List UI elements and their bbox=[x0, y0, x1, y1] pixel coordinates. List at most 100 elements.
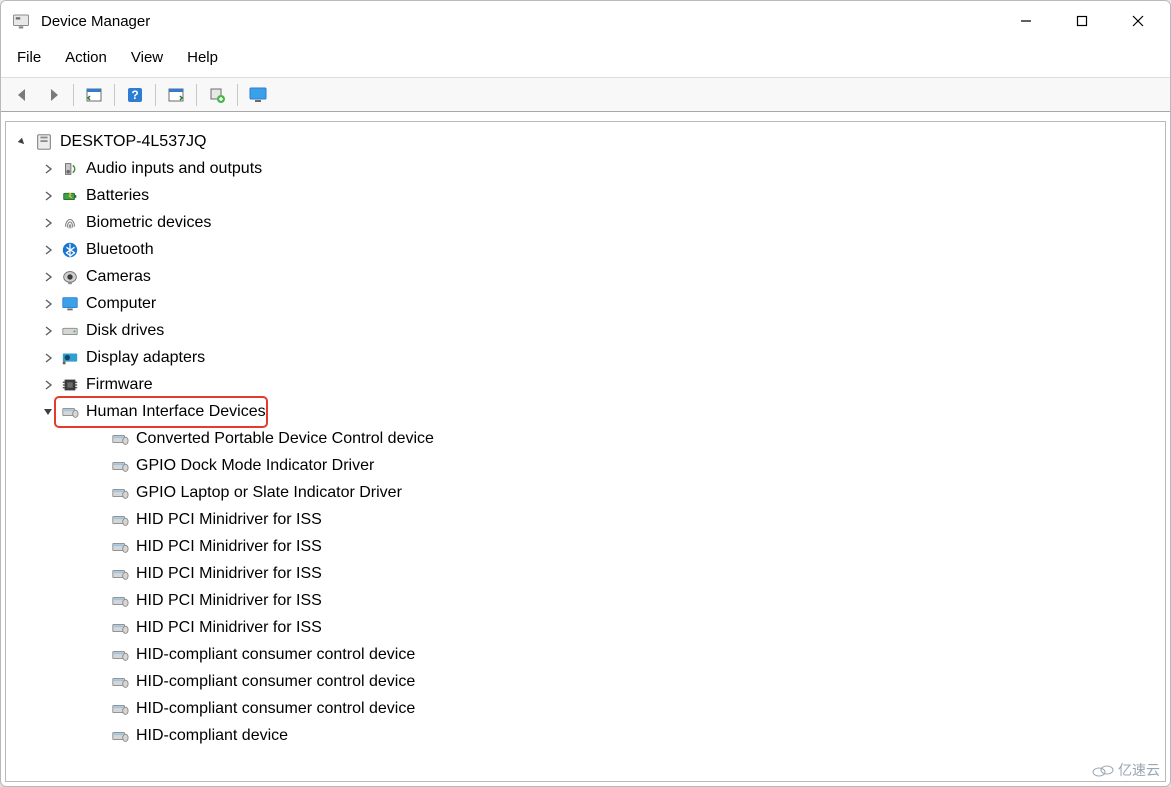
chip-icon bbox=[60, 375, 80, 395]
device-item[interactable]: ·HID PCI Minidriver for ISS bbox=[10, 587, 1161, 614]
titlebar: Device Manager bbox=[1, 1, 1170, 41]
toolbar-separator bbox=[73, 84, 74, 106]
hid-icon bbox=[110, 537, 130, 557]
svg-text:?: ? bbox=[131, 88, 138, 102]
category-label: Computer bbox=[86, 291, 156, 317]
device-item[interactable]: · HID-compliant consumer control device bbox=[10, 668, 1161, 695]
device-tree: DESKTOP-4L537JQ Audio inputs and outputs… bbox=[6, 122, 1165, 757]
expander-icon[interactable] bbox=[40, 215, 56, 231]
toolbar-scan[interactable] bbox=[203, 82, 231, 108]
category-label: Disk drives bbox=[86, 318, 164, 344]
category-label: Human Interface Devices bbox=[86, 399, 266, 425]
hid-icon bbox=[110, 456, 130, 476]
device-item-label: HID-compliant consumer control device bbox=[136, 669, 415, 695]
device-item[interactable]: · HID PCI Minidriver for ISS bbox=[10, 614, 1161, 641]
category-computer[interactable]: Computer bbox=[10, 290, 1161, 317]
gpu-icon bbox=[60, 348, 80, 368]
device-item-label: HID PCI Minidriver for ISS bbox=[136, 615, 322, 641]
hid-icon bbox=[110, 645, 130, 665]
toolbar-separator bbox=[196, 84, 197, 106]
expander-none: · bbox=[90, 539, 106, 555]
battery-icon bbox=[60, 186, 80, 206]
device-item[interactable]: ·HID-compliant consumer control device bbox=[10, 695, 1161, 722]
category-display[interactable]: Display adapters bbox=[10, 344, 1161, 371]
expander-icon[interactable] bbox=[40, 296, 56, 312]
hid-icon bbox=[110, 618, 130, 638]
hid-icon bbox=[110, 591, 130, 611]
menu-help[interactable]: Help bbox=[185, 45, 220, 71]
fingerprint-icon bbox=[60, 213, 80, 233]
expander-icon[interactable] bbox=[40, 161, 56, 177]
expander-none: · bbox=[90, 647, 106, 663]
category-label: Firmware bbox=[86, 372, 153, 398]
app-icon bbox=[9, 9, 33, 33]
menu-view[interactable]: View bbox=[129, 45, 165, 71]
device-tree-pane[interactable]: DESKTOP-4L537JQ Audio inputs and outputs… bbox=[5, 121, 1166, 782]
expander-none: · bbox=[90, 458, 106, 474]
expander-none: · bbox=[90, 674, 106, 690]
device-item[interactable]: · HID PCI Minidriver for ISS bbox=[10, 506, 1161, 533]
expander-icon[interactable] bbox=[40, 377, 56, 393]
device-item[interactable]: · HID PCI Minidriver for ISS bbox=[10, 533, 1161, 560]
hid-icon bbox=[110, 483, 130, 503]
minimize-button[interactable] bbox=[998, 1, 1054, 41]
hid-icon bbox=[110, 510, 130, 530]
device-item[interactable]: · GPIO Dock Mode Indicator Driver bbox=[10, 452, 1161, 479]
device-item-label: HID PCI Minidriver for ISS bbox=[136, 534, 322, 560]
category-cameras[interactable]: Cameras bbox=[10, 263, 1161, 290]
maximize-button[interactable] bbox=[1054, 1, 1110, 41]
hid-icon bbox=[110, 429, 130, 449]
camera-icon bbox=[60, 267, 80, 287]
category-label: Bluetooth bbox=[86, 237, 154, 263]
annotation-highlight: Human Interface Devices bbox=[54, 396, 268, 428]
expander-none: · bbox=[90, 512, 106, 528]
expander-icon[interactable] bbox=[40, 242, 56, 258]
toolbar-separator bbox=[155, 84, 156, 106]
hid-icon bbox=[110, 699, 130, 719]
category-firmware[interactable]: Firmware bbox=[10, 371, 1161, 398]
device-item-label: HID PCI Minidriver for ISS bbox=[136, 507, 322, 533]
device-item[interactable]: ·HID-compliant device bbox=[10, 722, 1161, 749]
speaker-icon bbox=[60, 159, 80, 179]
toolbar-detail-view[interactable] bbox=[162, 82, 190, 108]
category-hid[interactable]: Human Interface Devices bbox=[10, 398, 1161, 425]
expander-icon[interactable] bbox=[40, 188, 56, 204]
computer-tower-icon bbox=[34, 132, 54, 152]
toolbar-forward[interactable] bbox=[39, 82, 67, 108]
category-disk[interactable]: Disk drives bbox=[10, 317, 1161, 344]
device-item-label: GPIO Dock Mode Indicator Driver bbox=[136, 453, 374, 479]
menu-file[interactable]: File bbox=[15, 45, 43, 71]
toolbar: ? bbox=[1, 78, 1170, 112]
bluetooth-icon bbox=[60, 240, 80, 260]
device-item[interactable]: ·HID-compliant consumer control device bbox=[10, 641, 1161, 668]
device-item[interactable]: ·Converted Portable Device Control devic… bbox=[10, 425, 1161, 452]
tree-root-label: DESKTOP-4L537JQ bbox=[60, 129, 206, 155]
tree-root[interactable]: DESKTOP-4L537JQ bbox=[10, 128, 1161, 155]
close-button[interactable] bbox=[1110, 1, 1166, 41]
toolbar-monitor[interactable] bbox=[244, 82, 272, 108]
category-label: Biometric devices bbox=[86, 210, 211, 236]
expander-icon[interactable] bbox=[40, 350, 56, 366]
menu-action[interactable]: Action bbox=[63, 45, 109, 71]
category-biometric[interactable]: Biometric devices bbox=[10, 209, 1161, 236]
hid-icon bbox=[60, 402, 80, 422]
category-audio[interactable]: Audio inputs and outputs bbox=[10, 155, 1161, 182]
expander-icon[interactable] bbox=[14, 134, 30, 150]
device-item[interactable]: ·GPIO Laptop or Slate Indicator Driver bbox=[10, 479, 1161, 506]
toolbar-separator bbox=[237, 84, 238, 106]
device-item-label: GPIO Laptop or Slate Indicator Driver bbox=[136, 480, 402, 506]
category-batteries[interactable]: Batteries bbox=[10, 182, 1161, 209]
device-manager-window: Device Manager File Action View Help bbox=[0, 0, 1171, 787]
category-bluetooth[interactable]: Bluetooth bbox=[10, 236, 1161, 263]
expander-icon[interactable] bbox=[40, 269, 56, 285]
toolbar-show-hidden[interactable] bbox=[80, 82, 108, 108]
toolbar-help[interactable]: ? bbox=[121, 82, 149, 108]
device-item-label: HID PCI Minidriver for ISS bbox=[136, 561, 322, 587]
device-item-label: HID PCI Minidriver for ISS bbox=[136, 588, 322, 614]
expander-none: · bbox=[90, 431, 106, 447]
expander-icon[interactable] bbox=[40, 323, 56, 339]
expander-none: · bbox=[90, 620, 106, 636]
toolbar-back[interactable] bbox=[9, 82, 37, 108]
device-item[interactable]: ·HID PCI Minidriver for ISS bbox=[10, 560, 1161, 587]
monitor-icon bbox=[60, 294, 80, 314]
